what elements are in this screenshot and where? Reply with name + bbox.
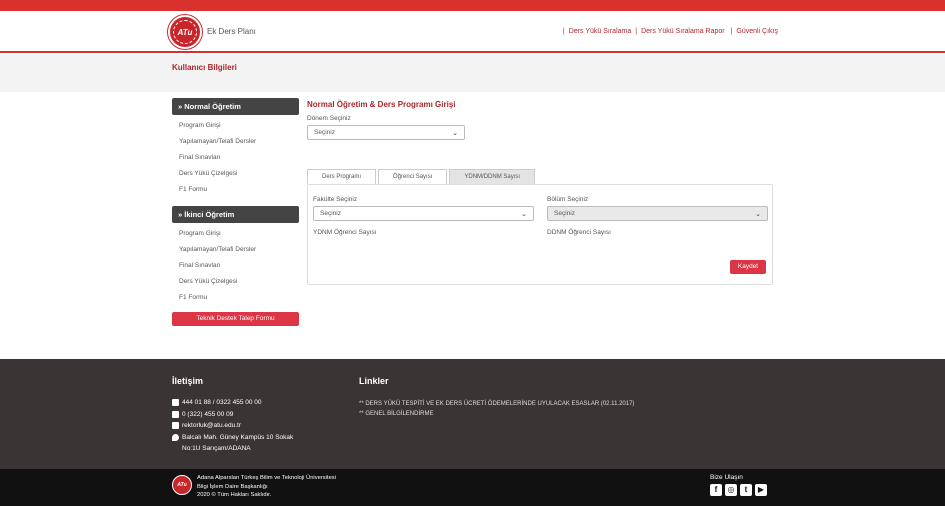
chevron-down-icon: ⌄ [521,210,527,218]
department-select-value: Seçiniz [554,210,575,217]
chevron-down-icon: ⌄ [452,129,458,137]
app-title: Ek Ders Planı [207,27,256,36]
sidebar: » Normal Öğretim Program Girişi Yapılama… [172,98,299,326]
twitter-icon[interactable]: t [740,484,752,496]
department-label: Bölüm Seçiniz [547,196,589,203]
tab-ydnm-ddnm[interactable]: YDNM/DDNM Sayısı [449,169,536,184]
social-title: Bize Ulaşın [710,474,743,481]
sidebar-item-cizelge[interactable]: Ders Yükü Çizelgesi [172,166,299,182]
bottom-bar: ATu Adana Alparslan Türkeş Bilim ve Tekn… [0,469,945,506]
contact-title: İletişim [172,376,204,386]
main-content: Normal Öğretim & Ders Programı Girişi Dö… [307,100,773,285]
sidebar-item-f1[interactable]: F1 Formu [172,182,299,198]
university-logo[interactable]: ATu [168,15,202,49]
links-list: ** DERS YÜKÜ TESPİTİ VE EK DERS ÜCRETİ Ö… [359,399,634,419]
email-link[interactable]: rektorluk@atu.edu.tr [182,420,241,432]
support-request-button[interactable]: Teknik Destek Talep Formu [172,312,299,326]
faculty-label: Fakülte Seçiniz [313,196,358,203]
links-title: Linkler [359,376,389,386]
section-title: Normal Öğretim & Ders Programı Girişi [307,100,456,109]
nav-ders-yuku-siralama[interactable]: Ders Yükü Sıralama [569,28,632,35]
sidebar-item-f1-2[interactable]: F1 Formu [172,290,299,306]
link-ders-yuku-esaslar[interactable]: ** DERS YÜKÜ TESPİTİ VE EK DERS ÜCRETİ Ö… [359,399,634,409]
sidebar-group-normal[interactable]: » Normal Öğretim [172,98,299,115]
footer: İletişim 444 01 88 / 0322 455 00 00 0 (3… [0,359,945,469]
header: ATu Ek Ders Planı | Ders Yükü Sıralama | D… [0,11,945,53]
footer-text: Adana Alparslan Türkeş Bilim ve Teknoloj… [197,474,336,500]
sidebar-item-final[interactable]: Final Sınavları [172,150,299,166]
term-label: Dönem Seçiniz [307,115,351,122]
fax-icon [172,410,179,418]
footer-copyright: 2020 © Tüm Hakları Saklıdır. [197,492,272,498]
logo-text: ATu [177,27,193,37]
sidebar-group-ikinci[interactable]: » İkinci Öğretim [172,206,299,223]
phone-icon [172,399,179,406]
term-select-value: Seçiniz [314,129,335,136]
address-line-1: Balcalı Mah. Güney Kampüs 10 Sokak [182,433,294,441]
email-icon [172,422,179,429]
footer-department: Bilgi İşlem Daire Başkanlığı [197,483,268,490]
facebook-icon[interactable]: f [710,484,722,496]
footer-logo-text: ATu [177,482,187,488]
ydnm-label: YDNM Öğrenci Sayısı [313,229,377,236]
faculty-select[interactable]: Seçiniz ⌄ [313,206,534,221]
chevron-down-icon: ⌄ [755,210,761,218]
sidebar-item-final-2[interactable]: Final Sınavları [172,258,299,274]
social-icons: f ◎ t ▶ [710,484,767,496]
sidebar-item-program-girisi[interactable]: Program Girişi [172,118,299,134]
tabs: Ders Programı Öğrenci Sayısı YDNM/DDNM S… [307,169,536,184]
save-button[interactable]: Kaydet [730,260,766,274]
subheader: Kullanıcı Bilgileri [0,55,945,92]
footer-university: Adana Alparslan Türkeş Bilim ve Teknoloj… [197,475,336,481]
top-red-bar [0,0,945,11]
fax-number: 0 (322) 455 00 09 [182,410,234,418]
department-select[interactable]: Seçiniz ⌄ [547,206,768,221]
form-panel: Fakülte Seçiniz Seçiniz ⌄ Bölüm Seçiniz … [307,184,773,285]
footer-logo: ATu [172,475,192,495]
sidebar-item-program-girisi-2[interactable]: Program Girişi [172,226,299,242]
sidebar-item-cizelge-2[interactable]: Ders Yükü Çizelgesi [172,274,299,290]
faculty-select-value: Seçiniz [320,210,341,217]
contact-list: 444 01 88 / 0322 455 00 00 0 (322) 455 0… [172,397,293,455]
link-genel-bilgilendirme[interactable]: ** GENEL BİLGİLENDİRME [359,409,634,419]
top-nav: | Ders Yükü Sıralama | Ders Yükü Sıralama … [562,28,778,35]
phone-number: 444 01 88 / 0322 455 00 00 [182,399,262,406]
sidebar-item-telafi[interactable]: Yapılamayan/Telafi Dersler [172,134,299,150]
sidebar-item-telafi-2[interactable]: Yapılamayan/Telafi Dersler [172,242,299,258]
nav-logout[interactable]: Güvenli Çıkış [736,28,778,35]
instagram-icon[interactable]: ◎ [725,484,737,496]
location-icon [172,433,179,441]
ddnm-label: DDNM Öğrenci Sayısı [547,229,611,236]
tab-ders-programi[interactable]: Ders Programı [307,169,377,184]
address-line-2: No:1U Sarıçam/ADANA [182,445,251,452]
tab-ogrenci-sayisi[interactable]: Öğrenci Sayısı [378,169,448,184]
page-title: Kullanıcı Bilgileri [172,63,237,72]
nav-ders-yuku-siralama-rapor[interactable]: Ders Yükü Sıralama Rapor [641,28,725,35]
youtube-icon[interactable]: ▶ [755,484,767,496]
term-select[interactable]: Seçiniz ⌄ [307,125,465,140]
